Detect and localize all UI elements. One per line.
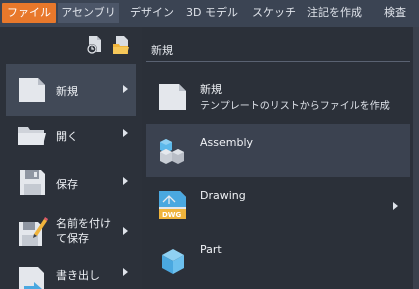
tab-assembly[interactable]: アセンブリ (58, 3, 119, 23)
menu-item-label-line1: 名前を付け (56, 217, 111, 230)
submenu-item-title: 新規 (200, 83, 222, 96)
submenu-heading: 新規 (151, 44, 173, 57)
save-floppy-icon (16, 166, 48, 198)
tab-annotate[interactable]: 注記を作成 (307, 3, 362, 23)
assembly-icon (156, 134, 190, 168)
chevron-right-icon (123, 129, 128, 137)
dwg-badge: DWG (162, 211, 182, 219)
tab-sketch[interactable]: スケッチ (252, 3, 296, 23)
menu-item-save[interactable]: 保存 (6, 156, 136, 208)
menu-item-label: 保存 (56, 178, 78, 191)
scrollbar[interactable] (413, 27, 419, 289)
export-icon (16, 264, 48, 289)
submenu-item-assembly[interactable]: Assembly (146, 124, 410, 177)
new-document-icon (16, 74, 48, 106)
new-document-icon (156, 80, 190, 114)
menu-item-label-line2: て保存 (56, 232, 89, 245)
submenu-item-new[interactable]: 新規 テンプレートのリストからファイルを作成 (146, 70, 410, 123)
ribbon-tab-bar: ファイル アセンブリ デザイン 3D モデル スケッチ 注記を作成 検査 (0, 0, 419, 26)
submenu-item-title: Drawing (200, 189, 246, 202)
chevron-right-icon (123, 227, 128, 235)
menu-item-label: 開く (56, 130, 78, 143)
open-folder-icon (16, 118, 48, 150)
menu-item-save-as[interactable]: 名前を付け て保存 (6, 206, 136, 258)
quick-access-area (0, 27, 142, 62)
recent-documents-icon[interactable] (85, 35, 105, 55)
tab-file[interactable]: ファイル (2, 3, 56, 23)
menu-item-open[interactable]: 開く (6, 108, 136, 160)
tab-3d-model[interactable]: 3D モデル (186, 3, 238, 23)
menu-item-label: 書き出し (56, 269, 100, 282)
submenu-item-drawing[interactable]: DWG Drawing (146, 178, 410, 231)
tab-inspect[interactable]: 検査 (384, 3, 406, 23)
divider (146, 61, 410, 62)
submenu-item-part[interactable]: Part (146, 233, 410, 286)
menu-item-export[interactable]: 書き出し (6, 254, 136, 289)
part-icon (156, 243, 190, 277)
save-as-icon (16, 216, 48, 248)
tab-design[interactable]: デザイン (130, 3, 174, 23)
chevron-right-icon (393, 202, 398, 210)
submenu-item-description: テンプレートのリストからファイルを作成 (200, 101, 390, 112)
chevron-right-icon (123, 85, 128, 93)
submenu-item-title: Part (200, 243, 222, 256)
submenu-item-title: Assembly (200, 136, 254, 149)
open-folder-icon[interactable] (111, 35, 131, 55)
chevron-right-icon (123, 268, 128, 276)
menu-item-label: 新規 (56, 85, 78, 98)
chevron-right-icon (123, 177, 128, 185)
